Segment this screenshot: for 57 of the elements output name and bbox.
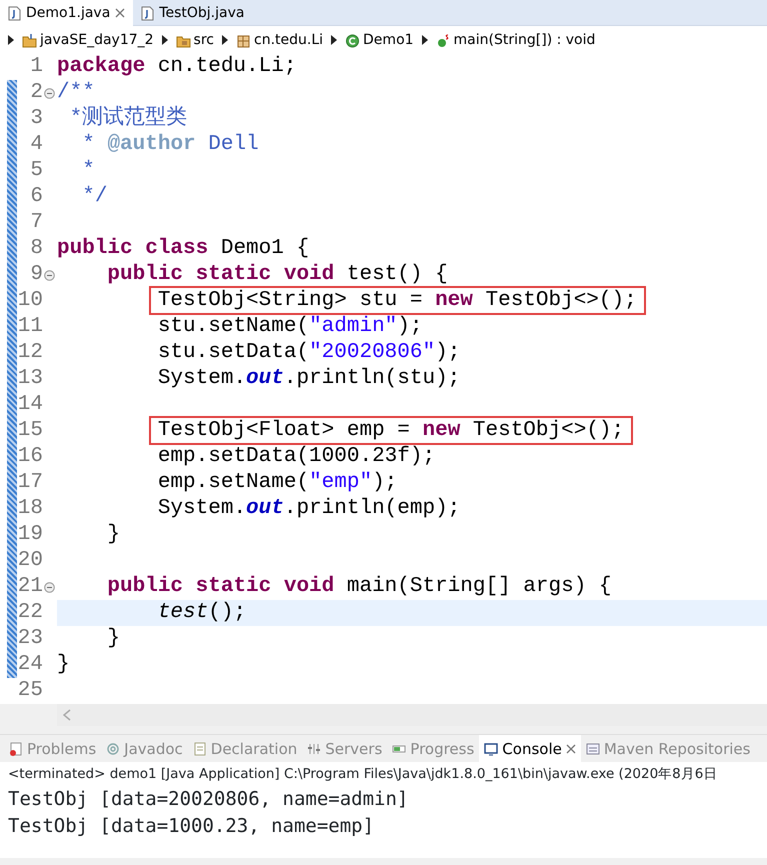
code-line: System.out.println(emp); [158,497,460,520]
code-line: stu.setData("20020806"); [158,341,460,364]
line-number: 19 [17,522,43,548]
code-line: /** [57,81,95,104]
editor-tab[interactable]: Demo1.java [0,0,134,26]
line-number: 14 [17,392,43,418]
line-number: 25 [17,678,43,704]
line-number: 18 [17,496,43,522]
code-line: emp.setName("emp"); [158,471,398,494]
console-output-line: TestObj [data=20020806, name=admin] [7,787,410,812]
line-number: 22 [17,600,43,626]
breadcrumb-item[interactable]: cn.tedu.Li [236,30,324,50]
code-line: } [107,523,120,546]
line-number: 13 [17,366,43,392]
line-number: 2 [29,80,43,106]
code-line: public class Demo1 { [57,237,310,260]
code-line: System.out.println(stu); [158,367,460,390]
console-output-line: TestObj [data=1000.23, name=emp] [7,814,376,840]
line-number: 10 [17,288,43,314]
line-number: 17 [17,470,43,496]
line-number: 6 [29,184,43,210]
line-number: 21 [17,574,43,600]
line-number: 15 [17,418,43,444]
code-line: *测试范型类 [70,107,188,130]
code-line: TestObj<String> stu = new TestObj<>(); [152,289,643,312]
console-status: <terminated> demo1 [Java Application] C:\Program Files\Java\jdk1.8.0_161\bin\javaw.exe (2020年8月6日 [7,765,718,784]
code-line: stu.setName("admin"); [158,315,422,338]
code-line: } [57,653,70,676]
line-number: 24 [17,652,43,678]
view-tab[interactable]: Console [479,735,581,763]
code-line: emp.setData(1000.23f); [158,445,436,468]
line-number: 20 [17,548,43,574]
line-number: 3 [29,106,43,132]
line-number: 7 [29,210,43,236]
breadcrumb-item[interactable]: src [176,30,214,50]
line-number: 1 [29,54,43,80]
line-number: 4 [29,132,43,158]
code-line: * [82,159,95,182]
code-line: * @author Dell [82,133,259,156]
code-line: test(); [158,601,246,624]
breadcrumb-item[interactable]: main(String[]) : void [436,30,596,50]
code-line: public static void test() { [107,263,448,286]
code-line: public static void main(String[] args) { [107,575,612,598]
code-line: package cn.tedu.Li; [57,55,296,78]
code-line: TestObj<Float> emp = new TestObj<>(); [152,419,630,442]
line-number: 9 [29,262,43,288]
line-number: 12 [17,340,43,366]
code-line: */ [82,185,108,208]
line-number: 16 [17,444,43,470]
breadcrumb-item[interactable]: javaSE_day17_2 [22,30,154,50]
line-number: 5 [29,158,43,184]
line-number: 8 [29,236,43,262]
line-number: 11 [17,314,43,340]
line-number: 23 [17,626,43,652]
editor-tab[interactable]: TestObj.java [133,0,252,26]
breadcrumb-item[interactable]: Demo1 [345,30,414,50]
code-line: } [107,627,120,650]
